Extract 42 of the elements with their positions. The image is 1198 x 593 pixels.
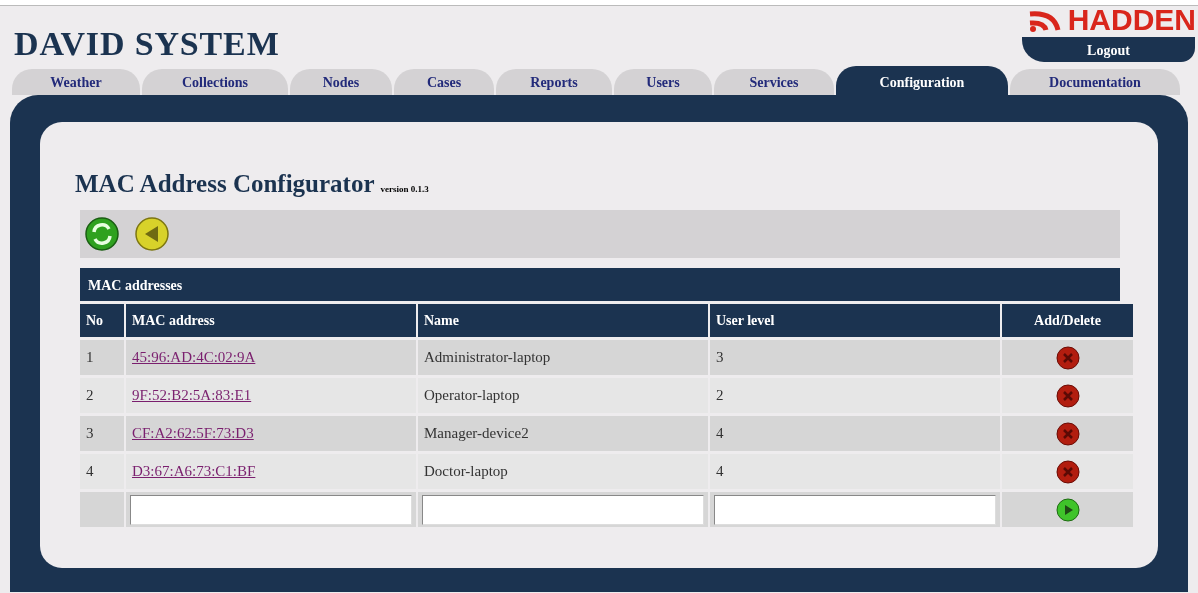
logout-button[interactable]: Logout xyxy=(1022,37,1195,62)
column-header: User level xyxy=(710,304,1000,337)
table-caption: MAC addresses xyxy=(80,268,1120,301)
row-number: 1 xyxy=(86,349,94,366)
refresh-button[interactable] xyxy=(84,216,120,252)
input-field[interactable] xyxy=(714,494,996,525)
input-field[interactable] xyxy=(130,494,412,525)
user-level: 2 xyxy=(716,387,724,404)
back-button[interactable] xyxy=(134,216,170,252)
page-title: MAC Address Configurator xyxy=(75,170,375,198)
delete-button[interactable] xyxy=(1055,383,1080,408)
nav-tab[interactable]: Cases xyxy=(394,69,494,95)
column-header: Add/Delete xyxy=(1002,304,1133,337)
nav-tab[interactable]: Nodes xyxy=(290,69,392,95)
nav-tab[interactable]: Weather xyxy=(12,69,140,95)
input-field[interactable] xyxy=(422,494,704,525)
user-level: 3 xyxy=(716,349,724,366)
delete-button[interactable] xyxy=(1055,421,1080,446)
delete-button[interactable] xyxy=(1055,459,1080,484)
nav-tab[interactable]: Services xyxy=(714,69,834,95)
user-level: 4 xyxy=(716,425,724,442)
device-name: Doctor-laptop xyxy=(424,463,508,480)
device-name: Administrator-laptop xyxy=(424,349,551,366)
delete-button[interactable] xyxy=(1055,345,1080,370)
nav-tab[interactable]: Reports xyxy=(496,69,612,95)
nav-tab[interactable]: Configuration xyxy=(836,66,1008,95)
user-level: 4 xyxy=(716,463,724,480)
add-button[interactable] xyxy=(1055,498,1080,523)
column-header: Name xyxy=(418,304,708,337)
logo-text: HADDEN xyxy=(1067,6,1196,34)
row-number: 3 xyxy=(86,425,94,442)
device-name: Operator-laptop xyxy=(424,387,520,404)
nav-tab[interactable]: Collections xyxy=(142,69,288,95)
nav-tab[interactable]: Users xyxy=(614,69,712,95)
site-title: DAVID SYSTEM xyxy=(14,24,280,64)
row-number: 2 xyxy=(86,387,94,404)
version-label: version 0.1.3 xyxy=(380,182,429,196)
column-header: No xyxy=(80,304,124,337)
row-number: 4 xyxy=(86,463,94,480)
column-header: MAC address xyxy=(126,304,416,337)
device-name: Manager-device2 xyxy=(424,425,529,442)
nav-tab[interactable]: Documentation xyxy=(1010,69,1180,95)
